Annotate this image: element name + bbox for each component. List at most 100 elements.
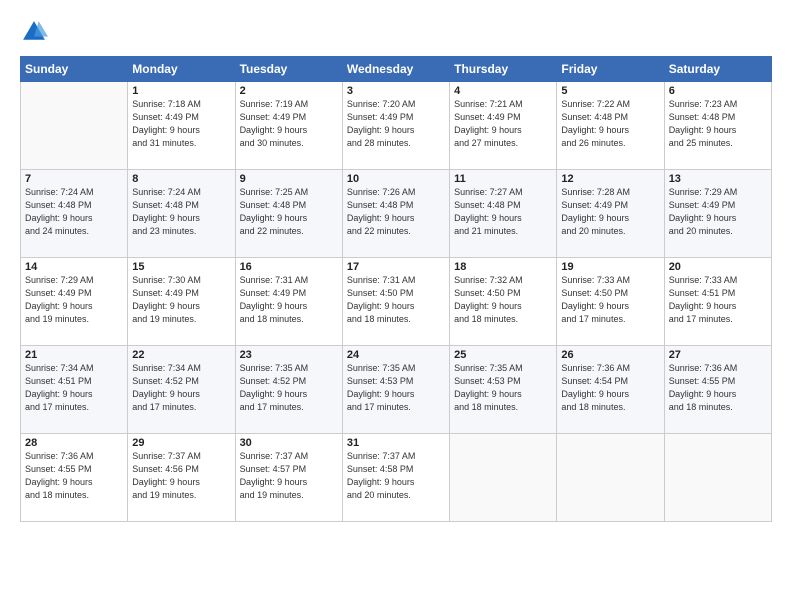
day-number: 8 — [132, 173, 230, 185]
calendar-cell: 11Sunrise: 7:27 AMSunset: 4:48 PMDayligh… — [450, 170, 557, 258]
calendar-cell: 5Sunrise: 7:22 AMSunset: 4:48 PMDaylight… — [557, 82, 664, 170]
day-info: Sunrise: 7:23 AMSunset: 4:48 PMDaylight:… — [669, 98, 767, 150]
calendar-cell: 8Sunrise: 7:24 AMSunset: 4:48 PMDaylight… — [128, 170, 235, 258]
calendar-cell: 2Sunrise: 7:19 AMSunset: 4:49 PMDaylight… — [235, 82, 342, 170]
day-info: Sunrise: 7:35 AMSunset: 4:52 PMDaylight:… — [240, 362, 338, 414]
header-cell-tuesday: Tuesday — [235, 57, 342, 82]
day-number: 19 — [561, 261, 659, 273]
day-number: 26 — [561, 349, 659, 361]
calendar-cell: 22Sunrise: 7:34 AMSunset: 4:52 PMDayligh… — [128, 346, 235, 434]
calendar-cell: 1Sunrise: 7:18 AMSunset: 4:49 PMDaylight… — [128, 82, 235, 170]
day-info: Sunrise: 7:20 AMSunset: 4:49 PMDaylight:… — [347, 98, 445, 150]
calendar-cell: 24Sunrise: 7:35 AMSunset: 4:53 PMDayligh… — [342, 346, 449, 434]
day-info: Sunrise: 7:35 AMSunset: 4:53 PMDaylight:… — [347, 362, 445, 414]
week-row-4: 21Sunrise: 7:34 AMSunset: 4:51 PMDayligh… — [21, 346, 772, 434]
day-number: 3 — [347, 85, 445, 97]
calendar-cell — [557, 434, 664, 522]
header-cell-wednesday: Wednesday — [342, 57, 449, 82]
week-row-2: 7Sunrise: 7:24 AMSunset: 4:48 PMDaylight… — [21, 170, 772, 258]
day-info: Sunrise: 7:36 AMSunset: 4:55 PMDaylight:… — [25, 450, 123, 502]
calendar-cell: 29Sunrise: 7:37 AMSunset: 4:56 PMDayligh… — [128, 434, 235, 522]
day-info: Sunrise: 7:34 AMSunset: 4:52 PMDaylight:… — [132, 362, 230, 414]
day-number: 1 — [132, 85, 230, 97]
day-info: Sunrise: 7:26 AMSunset: 4:48 PMDaylight:… — [347, 186, 445, 238]
day-info: Sunrise: 7:31 AMSunset: 4:49 PMDaylight:… — [240, 274, 338, 326]
calendar-cell: 9Sunrise: 7:25 AMSunset: 4:48 PMDaylight… — [235, 170, 342, 258]
week-row-3: 14Sunrise: 7:29 AMSunset: 4:49 PMDayligh… — [21, 258, 772, 346]
calendar-header: SundayMondayTuesdayWednesdayThursdayFrid… — [21, 57, 772, 82]
header-cell-sunday: Sunday — [21, 57, 128, 82]
calendar-cell: 14Sunrise: 7:29 AMSunset: 4:49 PMDayligh… — [21, 258, 128, 346]
header-cell-thursday: Thursday — [450, 57, 557, 82]
day-info: Sunrise: 7:24 AMSunset: 4:48 PMDaylight:… — [25, 186, 123, 238]
calendar-cell: 12Sunrise: 7:28 AMSunset: 4:49 PMDayligh… — [557, 170, 664, 258]
calendar-cell: 23Sunrise: 7:35 AMSunset: 4:52 PMDayligh… — [235, 346, 342, 434]
day-info: Sunrise: 7:36 AMSunset: 4:54 PMDaylight:… — [561, 362, 659, 414]
day-number: 14 — [25, 261, 123, 273]
day-number: 28 — [25, 437, 123, 449]
calendar-cell: 4Sunrise: 7:21 AMSunset: 4:49 PMDaylight… — [450, 82, 557, 170]
header-cell-saturday: Saturday — [664, 57, 771, 82]
day-info: Sunrise: 7:29 AMSunset: 4:49 PMDaylight:… — [25, 274, 123, 326]
day-number: 17 — [347, 261, 445, 273]
calendar-cell: 19Sunrise: 7:33 AMSunset: 4:50 PMDayligh… — [557, 258, 664, 346]
day-info: Sunrise: 7:18 AMSunset: 4:49 PMDaylight:… — [132, 98, 230, 150]
day-number: 5 — [561, 85, 659, 97]
calendar-table: SundayMondayTuesdayWednesdayThursdayFrid… — [20, 56, 772, 522]
day-info: Sunrise: 7:19 AMSunset: 4:49 PMDaylight:… — [240, 98, 338, 150]
calendar-cell — [664, 434, 771, 522]
week-row-1: 1Sunrise: 7:18 AMSunset: 4:49 PMDaylight… — [21, 82, 772, 170]
calendar-cell: 31Sunrise: 7:37 AMSunset: 4:58 PMDayligh… — [342, 434, 449, 522]
calendar-cell — [21, 82, 128, 170]
calendar-cell: 6Sunrise: 7:23 AMSunset: 4:48 PMDaylight… — [664, 82, 771, 170]
day-number: 20 — [669, 261, 767, 273]
day-number: 9 — [240, 173, 338, 185]
page: SundayMondayTuesdayWednesdayThursdayFrid… — [0, 0, 792, 612]
calendar-cell: 3Sunrise: 7:20 AMSunset: 4:49 PMDaylight… — [342, 82, 449, 170]
day-number: 24 — [347, 349, 445, 361]
calendar-cell — [450, 434, 557, 522]
logo — [20, 18, 52, 46]
day-info: Sunrise: 7:21 AMSunset: 4:49 PMDaylight:… — [454, 98, 552, 150]
day-number: 7 — [25, 173, 123, 185]
day-number: 30 — [240, 437, 338, 449]
calendar-cell: 26Sunrise: 7:36 AMSunset: 4:54 PMDayligh… — [557, 346, 664, 434]
day-number: 13 — [669, 173, 767, 185]
day-info: Sunrise: 7:37 AMSunset: 4:58 PMDaylight:… — [347, 450, 445, 502]
day-info: Sunrise: 7:37 AMSunset: 4:57 PMDaylight:… — [240, 450, 338, 502]
day-number: 22 — [132, 349, 230, 361]
day-number: 25 — [454, 349, 552, 361]
day-number: 6 — [669, 85, 767, 97]
day-number: 10 — [347, 173, 445, 185]
calendar-cell: 25Sunrise: 7:35 AMSunset: 4:53 PMDayligh… — [450, 346, 557, 434]
day-info: Sunrise: 7:27 AMSunset: 4:48 PMDaylight:… — [454, 186, 552, 238]
calendar-cell: 20Sunrise: 7:33 AMSunset: 4:51 PMDayligh… — [664, 258, 771, 346]
calendar-cell: 30Sunrise: 7:37 AMSunset: 4:57 PMDayligh… — [235, 434, 342, 522]
day-info: Sunrise: 7:36 AMSunset: 4:55 PMDaylight:… — [669, 362, 767, 414]
day-number: 4 — [454, 85, 552, 97]
header-cell-monday: Monday — [128, 57, 235, 82]
day-number: 12 — [561, 173, 659, 185]
day-info: Sunrise: 7:33 AMSunset: 4:51 PMDaylight:… — [669, 274, 767, 326]
header-row: SundayMondayTuesdayWednesdayThursdayFrid… — [21, 57, 772, 82]
day-info: Sunrise: 7:25 AMSunset: 4:48 PMDaylight:… — [240, 186, 338, 238]
day-info: Sunrise: 7:28 AMSunset: 4:49 PMDaylight:… — [561, 186, 659, 238]
calendar-body: 1Sunrise: 7:18 AMSunset: 4:49 PMDaylight… — [21, 82, 772, 522]
calendar-cell: 18Sunrise: 7:32 AMSunset: 4:50 PMDayligh… — [450, 258, 557, 346]
day-number: 27 — [669, 349, 767, 361]
day-info: Sunrise: 7:22 AMSunset: 4:48 PMDaylight:… — [561, 98, 659, 150]
day-number: 31 — [347, 437, 445, 449]
week-row-5: 28Sunrise: 7:36 AMSunset: 4:55 PMDayligh… — [21, 434, 772, 522]
day-info: Sunrise: 7:29 AMSunset: 4:49 PMDaylight:… — [669, 186, 767, 238]
calendar-cell: 28Sunrise: 7:36 AMSunset: 4:55 PMDayligh… — [21, 434, 128, 522]
calendar-cell: 15Sunrise: 7:30 AMSunset: 4:49 PMDayligh… — [128, 258, 235, 346]
day-number: 2 — [240, 85, 338, 97]
logo-icon — [20, 18, 48, 46]
calendar-cell: 17Sunrise: 7:31 AMSunset: 4:50 PMDayligh… — [342, 258, 449, 346]
day-info: Sunrise: 7:35 AMSunset: 4:53 PMDaylight:… — [454, 362, 552, 414]
header — [20, 18, 772, 46]
day-info: Sunrise: 7:37 AMSunset: 4:56 PMDaylight:… — [132, 450, 230, 502]
header-cell-friday: Friday — [557, 57, 664, 82]
day-number: 29 — [132, 437, 230, 449]
day-number: 23 — [240, 349, 338, 361]
